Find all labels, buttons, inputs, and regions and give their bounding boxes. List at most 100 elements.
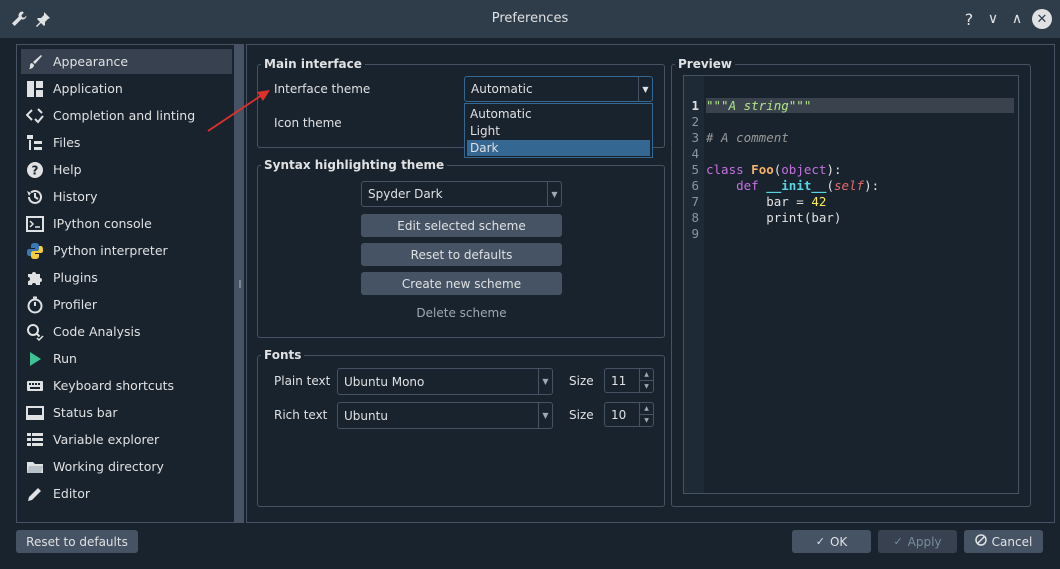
ok-button-label: OK [829,534,848,549]
python-icon [25,241,45,261]
preferences-nav: Appearance Application Completion and li… [16,44,235,523]
syntax-scheme-value: Spyder Dark [368,187,443,201]
rich-text-label: Rich text [274,408,328,422]
nav-item-variable-explorer[interactable]: Variable explorer [21,427,232,452]
nav-label: Plugins [53,270,98,285]
nav-label: Keyboard shortcuts [53,378,175,393]
nav-label: Editor [53,486,90,501]
icon-theme-label: Icon theme [274,116,342,130]
nav-item-plugins[interactable]: Plugins [21,265,232,290]
rich-font-select[interactable]: Ubuntu ▼ [337,402,553,429]
dropdown-option-dark[interactable]: Dark [467,140,650,156]
plain-size-value: 11 [611,373,627,388]
nav-item-python-interpreter[interactable]: Python interpreter [21,238,232,263]
rich-size-value: 10 [611,407,627,422]
spin-down-icon[interactable]: ▼ [640,381,653,392]
edit-scheme-button[interactable]: Edit selected scheme [361,214,562,237]
nav-label: Run [53,351,77,366]
delete-scheme-button[interactable]: Delete scheme [361,301,562,324]
spin-up-icon[interactable]: ▲ [640,369,653,381]
puzzle-icon [25,268,45,288]
plain-size-spinbox[interactable]: 11 ▲ ▼ [604,368,654,393]
preview-editor[interactable]: 1 """A string""" 2 3 # A comment 4 5 class … [683,75,1019,494]
nav-item-keyboard-shortcuts[interactable]: Keyboard shortcuts [21,373,232,398]
nav-label: Working directory [53,459,164,474]
create-scheme-button[interactable]: Create new scheme [361,272,562,295]
nav-item-working-directory[interactable]: Working directory [21,454,232,479]
splitter-handle[interactable] [239,280,241,288]
code-line: 7 bar = 42 [691,194,827,209]
nav-label: Appearance [53,54,129,69]
nav-item-application[interactable]: Application [21,76,232,101]
chevron-down-icon[interactable]: ▼ [547,182,561,206]
brush-icon [25,52,45,72]
code-line: 3 # A comment [691,130,789,145]
help-icon: ? [25,160,45,180]
nav-item-run[interactable]: Run [21,346,232,371]
nav-item-code-analysis[interactable]: Code Analysis [21,319,232,344]
nav-label: Completion and linting [53,108,196,123]
nav-item-ipython-console[interactable]: IPython console [21,211,232,236]
keyboard-icon [25,376,45,396]
reset-to-defaults-button[interactable]: Reset to defaults [16,530,138,553]
chevron-down-icon[interactable]: ▼ [538,369,552,394]
spin-up-icon[interactable]: ▲ [640,403,653,415]
background-app-strip-left [0,38,6,569]
reset-scheme-button[interactable]: Reset to defaults [361,243,562,266]
nav-item-help[interactable]: ? Help [21,157,232,182]
plain-font-value: Ubuntu Mono [344,374,425,389]
spin-down-icon[interactable]: ▼ [640,415,653,426]
nav-label: Code Analysis [53,324,141,339]
rich-size-spinbox[interactable]: 10 ▲ ▼ [604,402,654,427]
folder-icon [25,457,45,477]
dropdown-option-light[interactable]: Light [467,123,650,139]
files-icon [25,133,45,153]
fonts-title: Fonts [261,348,305,362]
help-icon[interactable]: ? [958,8,980,30]
syntax-scheme-select[interactable]: Spyder Dark ▼ [361,181,562,207]
code-line: 4 [691,146,699,161]
interface-theme-select[interactable]: Automatic ▼ [464,76,653,102]
apply-button[interactable]: ✓ Apply [878,530,957,553]
preview-title: Preview [675,57,736,71]
nav-item-completion-linting[interactable]: Completion and linting [21,103,232,128]
plain-text-label: Plain text [274,374,331,388]
cancel-button[interactable]: Cancel [964,530,1043,553]
check-icon: ✓ [893,535,903,548]
nav-item-files[interactable]: Files [21,130,232,155]
apply-button-label: Apply [907,534,942,549]
close-icon[interactable]: ✕ [1032,9,1052,29]
syntax-theme-title: Syntax highlighting theme [261,158,448,172]
rich-size-label: Size [569,408,594,422]
ok-button[interactable]: ✓ OK [792,530,871,553]
minimize-icon[interactable]: ∨ [982,8,1004,30]
nav-label: IPython console [53,216,152,231]
nav-label: Profiler [53,297,98,312]
console-icon [25,214,45,234]
history-icon [25,187,45,207]
nav-item-profiler[interactable]: Profiler [21,292,232,317]
plain-size-label: Size [569,374,594,388]
rich-font-value: Ubuntu [344,408,388,423]
stopwatch-icon [25,295,45,315]
magnifier-check-icon [25,322,45,342]
window-title: Preferences [491,11,569,26]
chevron-down-icon[interactable]: ▼ [538,403,552,428]
interface-theme-dropdown: Automatic Light Dark [464,103,653,158]
dropdown-option-automatic[interactable]: Automatic [467,106,650,122]
interface-theme-value: Automatic [471,82,533,96]
chevron-down-icon[interactable]: ▼ [638,77,652,101]
nav-item-appearance[interactable]: Appearance [21,49,232,74]
nav-label: Files [53,135,81,150]
pencil-icon [25,484,45,504]
maximize-icon[interactable]: ∧ [1006,8,1028,30]
nav-item-status-bar[interactable]: Status bar [21,400,232,425]
code-line: 2 [691,114,699,129]
plain-font-select[interactable]: Ubuntu Mono ▼ [337,368,553,395]
layout-icon [25,79,45,99]
code-check-icon [25,106,45,126]
nav-item-history[interactable]: History [21,184,232,209]
nav-item-editor[interactable]: Editor [21,481,232,506]
nav-label: Python interpreter [53,243,168,258]
code-line: 5 class Foo(object): [691,162,842,177]
